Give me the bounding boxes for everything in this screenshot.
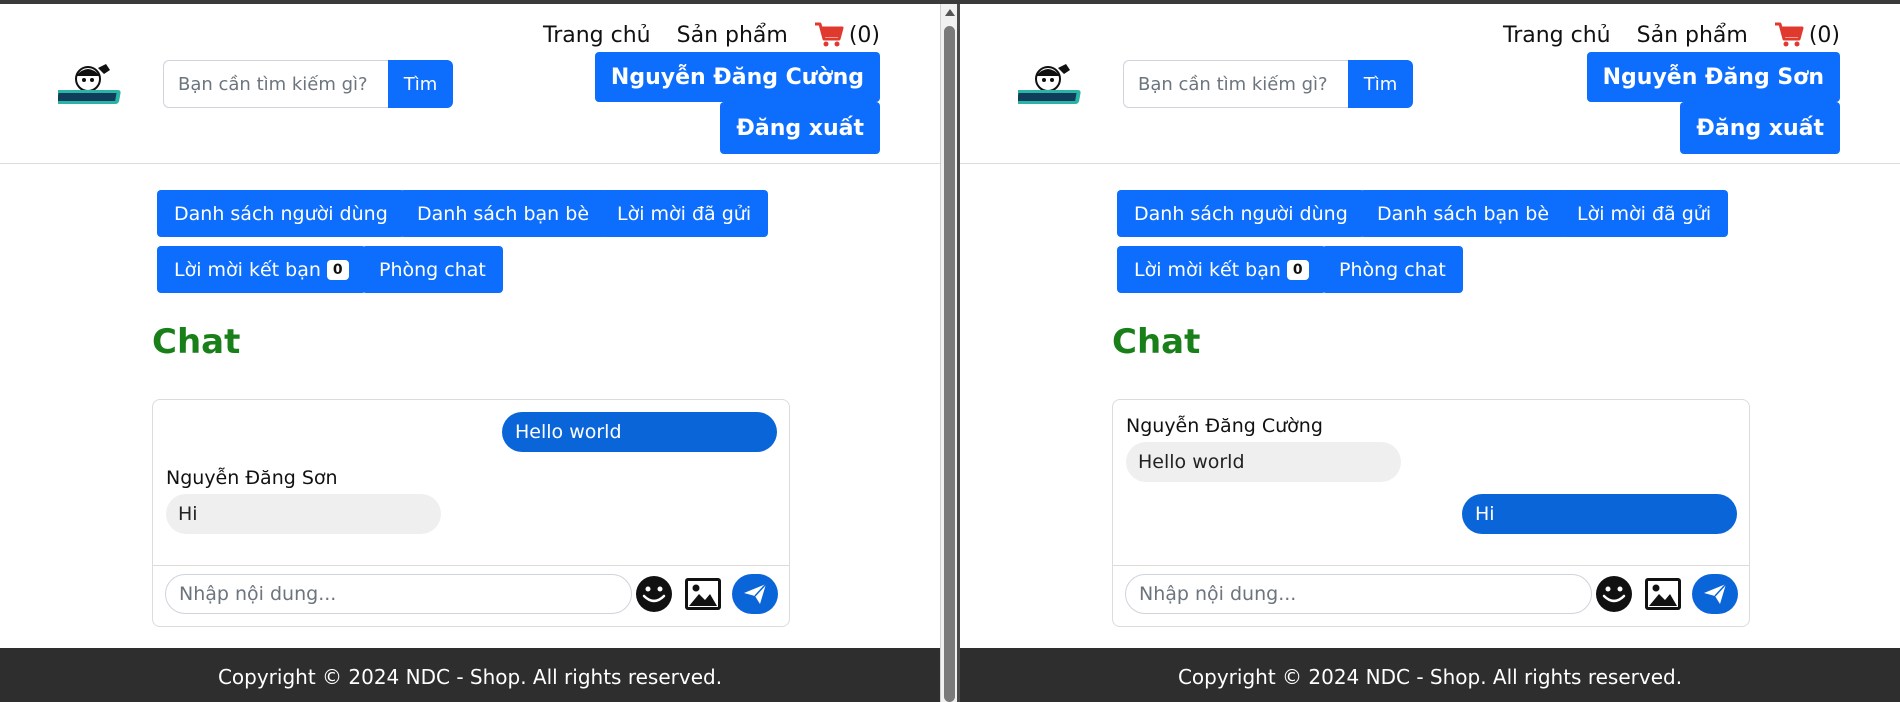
- tab-chat-room[interactable]: Phòng chat: [362, 246, 503, 293]
- user-name-button[interactable]: Nguyễn Đăng Cường: [594, 52, 880, 102]
- search-button[interactable]: Tìm: [1348, 60, 1413, 108]
- tab-sent-invites[interactable]: Lời mời đã gửi: [600, 190, 769, 237]
- message-bubble-in: Hello world: [1126, 442, 1401, 482]
- message-input[interactable]: [165, 574, 632, 614]
- cart-icon: [814, 22, 844, 47]
- browser-window-left: Tìm Trang chủ Sản phẩm (0) Nguyễn Đăng C…: [0, 4, 940, 702]
- cart-count: (0): [1808, 22, 1840, 48]
- image-icon[interactable]: [1644, 577, 1682, 611]
- tab-friend-requests-label: Lời mời kết bạn: [1134, 258, 1281, 281]
- site-footer: Copyright © 2024 NDC - Shop. All rights …: [960, 648, 1900, 702]
- site-header: Tìm Trang chủ Sản phẩm (0) Nguyễn Đăng S…: [960, 4, 1900, 164]
- copyright-text: Copyright © 2024 NDC - Shop. All rights …: [1177, 665, 1683, 689]
- nav-products-link[interactable]: Sản phẩm: [677, 23, 788, 48]
- message-bubble-in: Hi: [166, 494, 441, 534]
- scroll-thumb[interactable]: [944, 26, 955, 702]
- cart-link[interactable]: (0): [1774, 22, 1840, 48]
- message-sender: Nguyễn Đăng Sơn: [166, 467, 338, 489]
- message-input[interactable]: [1125, 574, 1592, 614]
- image-icon[interactable]: [684, 577, 722, 611]
- message-list: Hello world Nguyễn Đăng Sơn Hi: [153, 400, 789, 566]
- search-bar: Tìm: [163, 60, 453, 108]
- copyright-text: Copyright © 2024 NDC - Shop. All rights …: [217, 665, 723, 689]
- tab-sent-invites[interactable]: Lời mời đã gửi: [1560, 190, 1729, 237]
- chat-title: Chat: [1112, 322, 1201, 362]
- top-nav: Trang chủ Sản phẩm (0): [1477, 22, 1840, 48]
- cart-count: (0): [848, 22, 880, 48]
- logo[interactable]: [1018, 62, 1088, 108]
- site-header: Tìm Trang chủ Sản phẩm (0) Nguyễn Đăng C…: [0, 4, 940, 164]
- scrollbar[interactable]: [940, 4, 960, 702]
- tab-user-list[interactable]: Danh sách người dùng: [157, 190, 405, 237]
- emoji-icon[interactable]: [1594, 574, 1634, 614]
- tab-friend-requests-label: Lời mời kết bạn: [174, 258, 321, 281]
- send-button[interactable]: [732, 574, 778, 614]
- send-button[interactable]: [1692, 574, 1738, 614]
- search-bar: Tìm: [1123, 60, 1413, 108]
- message-sender: Nguyễn Đăng Cường: [1126, 415, 1323, 437]
- tab-friend-list[interactable]: Danh sách bạn bè: [1360, 190, 1567, 237]
- message-bubble-out: Hello world: [502, 412, 777, 452]
- cart-link[interactable]: (0): [814, 22, 880, 48]
- chat-box: Hello world Nguyễn Đăng Sơn Hi: [152, 399, 790, 627]
- tab-friend-requests[interactable]: Lời mời kết bạn 0: [157, 246, 366, 293]
- logout-button[interactable]: Đăng xuất: [1680, 102, 1840, 154]
- browser-window-right: Tìm Trang chủ Sản phẩm (0) Nguyễn Đăng S…: [960, 4, 1900, 702]
- friend-requests-badge: 0: [326, 259, 349, 280]
- search-button[interactable]: Tìm: [388, 60, 453, 108]
- site-footer: Copyright © 2024 NDC - Shop. All rights …: [0, 648, 940, 702]
- cart-icon: [1774, 22, 1804, 47]
- message-composer: [1125, 574, 1738, 614]
- nav-home-link[interactable]: Trang chủ: [1503, 23, 1611, 48]
- tab-chat-room[interactable]: Phòng chat: [1322, 246, 1463, 293]
- logout-button[interactable]: Đăng xuất: [720, 102, 880, 154]
- tab-friend-requests[interactable]: Lời mời kết bạn 0: [1117, 246, 1326, 293]
- friend-requests-badge: 0: [1286, 259, 1309, 280]
- top-nav: Trang chủ Sản phẩm (0): [517, 22, 880, 48]
- message-list: Nguyễn Đăng Cường Hello world Hi: [1113, 400, 1749, 566]
- scroll-up-arrow-icon[interactable]: [945, 9, 955, 16]
- nav-products-link[interactable]: Sản phẩm: [1637, 23, 1748, 48]
- send-icon: [744, 583, 767, 604]
- message-composer: [165, 574, 778, 614]
- search-input[interactable]: [1123, 60, 1348, 108]
- chat-box: Nguyễn Đăng Cường Hello world Hi: [1112, 399, 1750, 627]
- tab-friend-list[interactable]: Danh sách bạn bè: [400, 190, 607, 237]
- search-input[interactable]: [163, 60, 388, 108]
- logo[interactable]: [58, 62, 128, 108]
- emoji-icon[interactable]: [634, 574, 674, 614]
- tab-user-list[interactable]: Danh sách người dùng: [1117, 190, 1365, 237]
- chat-title: Chat: [152, 322, 241, 362]
- user-name-button[interactable]: Nguyễn Đăng Sơn: [1586, 52, 1840, 102]
- message-bubble-out: Hi: [1462, 494, 1737, 534]
- send-icon: [1704, 583, 1727, 604]
- nav-home-link[interactable]: Trang chủ: [543, 23, 651, 48]
